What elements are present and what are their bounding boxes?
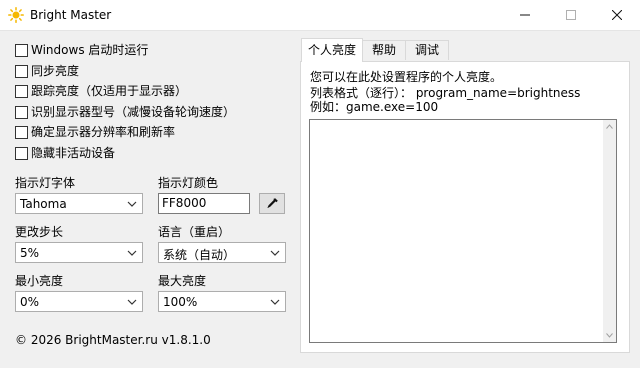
per-app-brightness-textarea[interactable]	[309, 119, 617, 343]
checkbox-box[interactable]	[15, 44, 28, 57]
select-value: Tahoma	[20, 197, 67, 211]
checkbox-label: 识别显示器型号（减慢设备轮询速度）	[31, 105, 236, 119]
sun-icon	[8, 7, 24, 23]
checkbox-box[interactable]	[15, 65, 28, 78]
chevron-down-icon	[270, 299, 280, 305]
checkbox-label: 跟踪亮度（仅适用于显示器）	[31, 84, 188, 98]
minimize-icon	[520, 14, 530, 16]
checkbox-label: 同步亮度	[31, 64, 80, 78]
indicator-color-input[interactable]	[159, 194, 246, 212]
min-brightness-select[interactable]: 0%	[15, 291, 143, 312]
tab-personal-brightness[interactable]: 个人亮度	[301, 38, 363, 62]
window-title: Bright Master	[30, 8, 112, 22]
minimize-button[interactable]	[502, 0, 548, 30]
indicator-font-select[interactable]: Tahoma	[15, 193, 143, 214]
language-select[interactable]: 系统（自动）	[158, 242, 286, 263]
max-brightness-label: 最大亮度	[158, 274, 207, 288]
select-value: 5%	[20, 246, 40, 260]
indicator-font-label: 指示灯字体	[15, 176, 76, 190]
indicator-color-label: 指示灯颜色	[158, 176, 219, 190]
scroll-up-icon[interactable]	[606, 124, 613, 129]
title-bar: Bright Master	[0, 0, 640, 31]
select-value: 0%	[20, 295, 40, 309]
scroll-down-icon[interactable]	[606, 333, 613, 338]
tab-panel: 您可以在此处设置程序的个人亮度。 列表格式（逐行）： program_name=…	[300, 61, 630, 353]
eyedropper-icon	[267, 198, 278, 208]
color-picker-button[interactable]	[259, 193, 285, 214]
checkbox-box[interactable]	[15, 147, 28, 160]
chevron-down-icon	[127, 250, 137, 256]
tab-debug[interactable]: 调试	[405, 40, 449, 60]
chevron-down-icon	[270, 250, 280, 256]
select-value: 系统（自动）	[163, 248, 236, 262]
max-brightness-select[interactable]: 100%	[158, 291, 286, 312]
checkbox-label: Windows 启动时运行	[31, 43, 149, 57]
tab-help[interactable]: 帮助	[362, 40, 406, 60]
description-line-1: 您可以在此处设置程序的个人亮度。	[310, 70, 503, 84]
step-label: 更改步长	[15, 225, 64, 239]
checkbox-box[interactable]	[15, 85, 28, 98]
vertical-scrollbar[interactable]	[603, 120, 616, 342]
checkbox-box[interactable]	[15, 126, 28, 139]
chevron-down-icon	[127, 201, 137, 207]
min-brightness-label: 最小亮度	[15, 274, 64, 288]
maximize-button[interactable]	[548, 0, 594, 30]
description-line-3: 例如：game.exe=100	[310, 100, 439, 114]
indicator-color-field[interactable]	[158, 193, 250, 214]
close-button[interactable]	[594, 0, 640, 30]
checkbox-box[interactable]	[15, 106, 28, 119]
close-icon	[611, 9, 623, 21]
chevron-down-icon	[127, 299, 137, 305]
maximize-icon	[566, 10, 576, 20]
select-value: 100%	[163, 295, 198, 309]
step-select[interactable]: 5%	[15, 242, 143, 263]
checkbox-label: 隐藏非活动设备	[31, 146, 116, 160]
checkbox-label: 确定显示器分辨率和刷新率	[31, 125, 176, 139]
copyright-text: © 2026 BrightMaster.ru v1.8.1.0	[15, 333, 211, 347]
language-label: 语言（重启）	[158, 225, 231, 239]
